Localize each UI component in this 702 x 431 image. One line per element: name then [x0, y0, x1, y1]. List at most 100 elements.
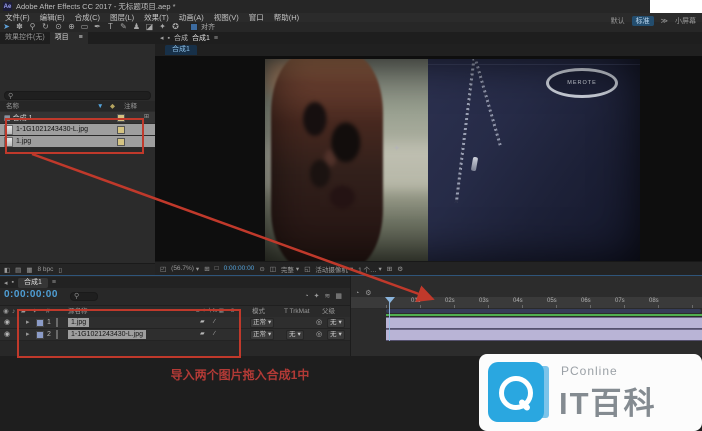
sort-icon[interactable]: ▼	[97, 101, 103, 112]
workspace-overflow[interactable]: ≫	[661, 17, 668, 25]
eye-icon[interactable]: ◉	[4, 329, 10, 340]
layer-row-2[interactable]: ◉ ▸ 2 1-1G1021243430-L.jpg ▰ ∕ 正常 ▾ 无 ▾ …	[0, 329, 350, 341]
column-comment[interactable]: 注释	[124, 101, 137, 112]
workspace-standard[interactable]: 标准	[632, 16, 654, 26]
menu-effect[interactable]: 效果(T)	[139, 13, 174, 22]
pickwhip-icon[interactable]: ◎	[316, 317, 322, 328]
menu-help[interactable]: 帮助(H)	[269, 13, 304, 22]
back-icon[interactable]: ◂	[4, 279, 8, 287]
quality-switch-icon[interactable]: ▰	[200, 317, 205, 328]
hand-tool-icon[interactable]: ✽	[13, 22, 26, 32]
exposure-icon[interactable]: ⚙	[397, 265, 403, 273]
rotation-tool-icon[interactable]: ↻	[39, 22, 52, 32]
roto-brush-tool-icon[interactable]: ✦	[156, 22, 169, 32]
workspace-small-screen[interactable]: 小屏幕	[675, 16, 696, 26]
panel-menu-icon[interactable]: ≡	[214, 35, 218, 42]
camera-view-dropdown[interactable]: 活动摄像机 ▾	[315, 264, 353, 274]
roi-icon[interactable]: ◱	[304, 265, 310, 273]
workspace-default[interactable]: 默认	[611, 16, 625, 26]
viewer-timecode[interactable]: 0:00:00:00	[224, 265, 255, 272]
magnification-dropdown[interactable]: (56.7%) ▾	[171, 265, 199, 273]
label-column-icon[interactable]: ◆	[110, 101, 115, 112]
brush-tool-icon[interactable]: ✎	[117, 22, 130, 32]
type-tool-icon[interactable]: T	[104, 22, 117, 32]
selection-tool-icon[interactable]: ➤	[0, 22, 13, 32]
timeline-timecode[interactable]: 0:00:00:00	[4, 289, 58, 300]
snap-checkbox[interactable]	[190, 23, 198, 31]
expand-arrow-icon[interactable]: ▸	[26, 329, 30, 340]
trash-icon[interactable]: ▯	[58, 266, 62, 274]
clone-stamp-tool-icon[interactable]: ♟	[130, 22, 143, 32]
layer-row-1[interactable]: ◉ ▸ 1 1.jpg ▰ ∕ 正常 ▾ ◎ 无 ▾	[0, 317, 350, 329]
layer-label-swatch[interactable]	[36, 319, 44, 327]
column-mode[interactable]: 模式	[252, 306, 265, 317]
project-item-footage-2[interactable]: 1.jpg	[0, 136, 155, 147]
timeline-search-input[interactable]: ⚲	[66, 292, 102, 300]
layer-name[interactable]: 1-1G1021243430-L.jpg	[68, 330, 146, 339]
pen-tool-icon[interactable]: ✒	[91, 22, 104, 32]
bit-depth-label[interactable]: 8 bpc	[37, 266, 53, 273]
timeline-comp-tab[interactable]: 合成1	[18, 278, 48, 288]
label-color-swatch[interactable]	[117, 126, 125, 134]
menu-composition[interactable]: 合成(C)	[70, 13, 105, 22]
project-search-input[interactable]: ⚲	[4, 91, 151, 100]
time-ruler[interactable]: 01s 02s 03s 04s 05s 06s 07s 08s	[351, 297, 702, 309]
pixel-aspect-icon[interactable]: ⊞	[387, 265, 392, 273]
new-composition-icon[interactable]: ▦	[26, 266, 32, 274]
fx-switch-icon[interactable]: ∕	[214, 317, 215, 328]
work-area-bar[interactable]	[386, 309, 701, 313]
composition-viewer[interactable]: MEROTE ✦	[155, 56, 702, 262]
pan-behind-tool-icon[interactable]: ⊕	[65, 22, 78, 32]
eraser-tool-icon[interactable]: ◪	[143, 22, 156, 32]
blend-mode-dropdown[interactable]: 正常 ▾	[250, 330, 274, 340]
menu-view[interactable]: 视图(V)	[209, 13, 244, 22]
project-item-composition[interactable]: ▦ 合成 1 ⊞	[0, 112, 155, 123]
channels-icon[interactable]: ◫	[270, 265, 276, 273]
menu-file[interactable]: 文件(F)	[0, 13, 35, 22]
camera-tool-icon[interactable]: ⊙	[52, 22, 65, 32]
column-source-name[interactable]: 源名称	[68, 306, 88, 317]
playhead-handle[interactable]	[385, 297, 395, 303]
label-color-swatch[interactable]	[117, 138, 125, 146]
menu-animation[interactable]: 动画(A)	[174, 13, 209, 22]
frame-blend-icon[interactable]: ≋	[325, 292, 331, 300]
tab-effect-controls[interactable]: 效果控件(无)	[0, 32, 50, 44]
eye-icon[interactable]: ◉	[4, 317, 10, 328]
marker-icon[interactable]: ◔	[355, 290, 359, 297]
puppet-pin-tool-icon[interactable]: ✪	[169, 22, 182, 32]
expand-arrow-icon[interactable]: ▸	[26, 317, 30, 328]
menu-window[interactable]: 窗口	[244, 13, 269, 22]
trkmat-dropdown[interactable]: 无 ▾	[286, 330, 304, 340]
column-trkmat[interactable]: T TrkMat	[284, 306, 310, 317]
project-item-footage-1[interactable]: 1-1G1021243430-L.jpg	[0, 124, 155, 135]
grid-guides-icon[interactable]: ⊞	[204, 265, 209, 273]
back-icon[interactable]: ◂	[160, 34, 164, 42]
interpret-footage-icon[interactable]: ◧	[4, 266, 10, 274]
resolution-dropdown[interactable]: 完整 ▾	[281, 264, 299, 274]
layer-duration-bar-1[interactable]	[386, 317, 702, 329]
column-parent[interactable]: 父级	[322, 306, 335, 317]
settings-icon[interactable]: ⚙	[365, 289, 371, 297]
motion-blur-icon[interactable]: ✦	[314, 292, 320, 300]
menu-layer[interactable]: 图层(L)	[105, 13, 139, 22]
graph-editor-icon[interactable]: ▦	[335, 292, 342, 300]
view-layout-dropdown[interactable]: 1 个… ▾	[358, 264, 382, 274]
shape-tool-icon[interactable]: ▭	[78, 22, 91, 32]
pickwhip-icon[interactable]: ◎	[316, 329, 322, 340]
layer-name[interactable]: 1.jpg	[68, 318, 89, 327]
label-color-swatch[interactable]	[117, 114, 125, 122]
snapshot-icon[interactable]: ⊙	[259, 265, 264, 273]
tab-composition-type[interactable]: 合成	[174, 33, 188, 43]
mask-toggle-icon[interactable]: □	[215, 265, 219, 272]
panel-menu-icon[interactable]: ≡	[74, 32, 88, 44]
tab-project[interactable]: 项目	[50, 32, 74, 44]
quality-switch-icon[interactable]: ▰	[200, 329, 205, 340]
menu-edit[interactable]: 编辑(E)	[35, 13, 70, 22]
blend-mode-dropdown[interactable]: 正常 ▾	[250, 318, 274, 328]
new-folder-icon[interactable]: ▤	[15, 266, 21, 274]
live-update-icon[interactable]: ◔	[304, 293, 308, 300]
viewer-comp-tab[interactable]: 合成1	[165, 45, 197, 55]
parent-dropdown[interactable]: 无 ▾	[327, 330, 345, 340]
fx-switch-icon[interactable]: ∕	[214, 329, 215, 340]
column-name[interactable]: 名称	[6, 101, 19, 112]
